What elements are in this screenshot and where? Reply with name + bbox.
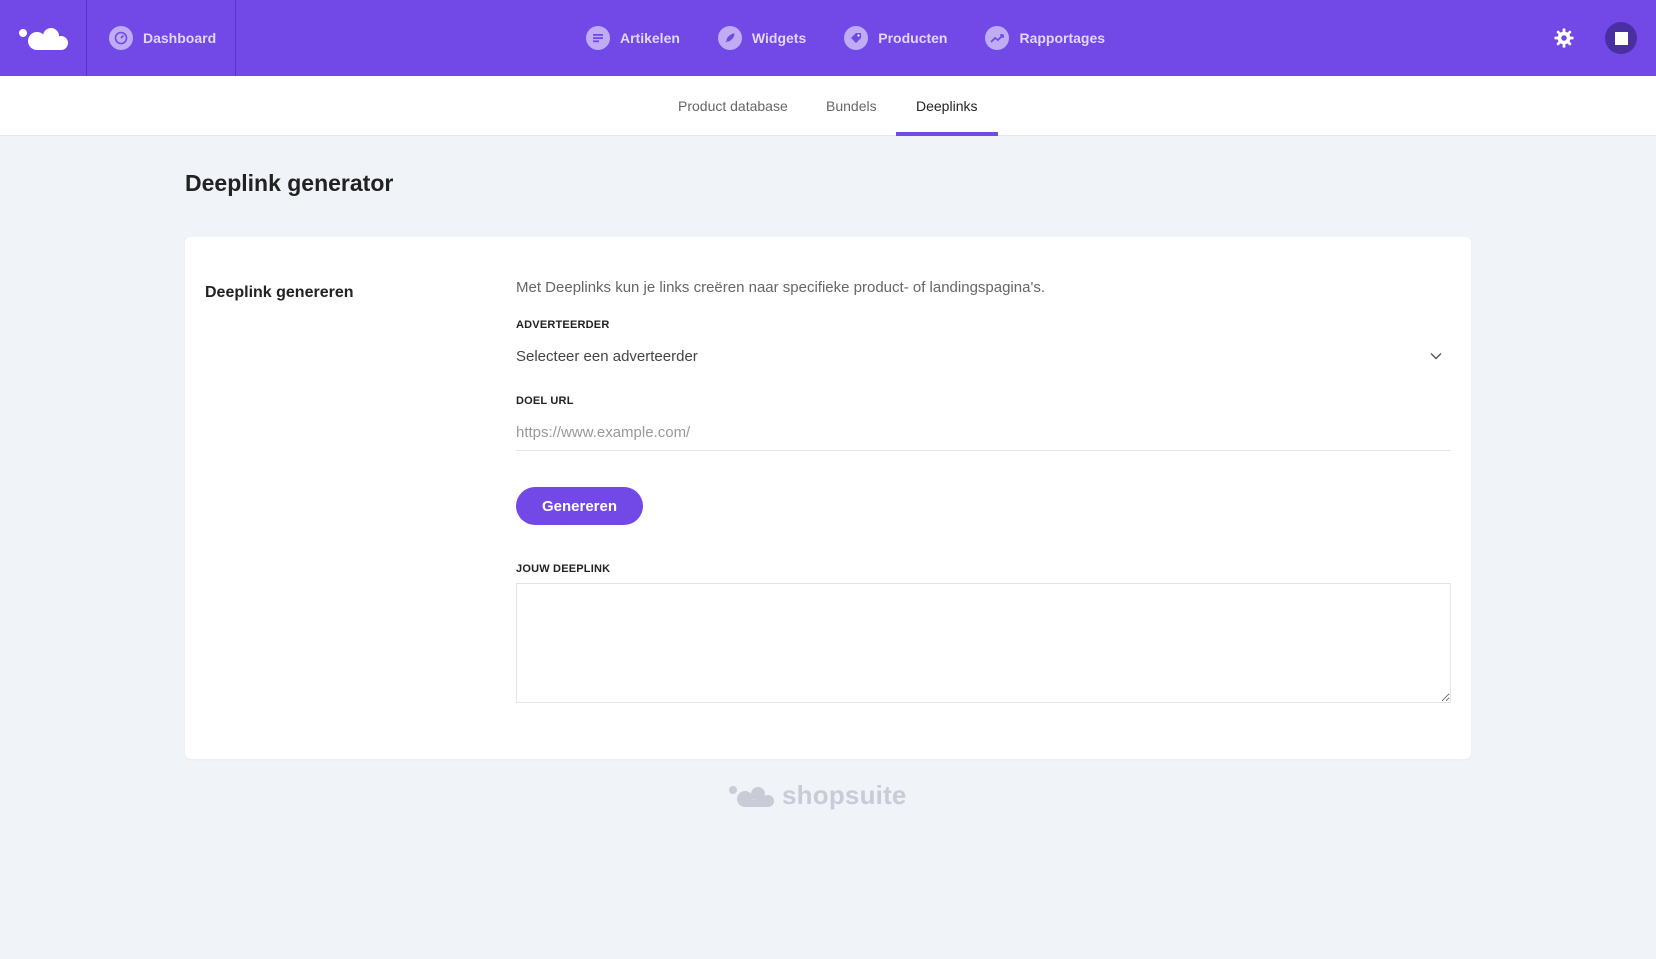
tab-bundels[interactable]: Bundels xyxy=(826,76,877,136)
nav-item-producten[interactable]: Producten xyxy=(844,26,947,50)
page-title: Deeplink generator xyxy=(185,170,394,196)
gear-icon[interactable] xyxy=(1553,27,1575,49)
trend-icon xyxy=(985,26,1010,50)
advertiser-label: ADVERTEERDER xyxy=(516,319,610,331)
tab-deeplinks[interactable]: Deeplinks xyxy=(916,76,977,136)
generate-button[interactable]: Genereren xyxy=(516,487,643,525)
nav-label-dashboard: Dashboard xyxy=(143,30,217,46)
target-url-input[interactable] xyxy=(516,415,1451,451)
avatar-square-icon xyxy=(1614,31,1628,45)
tag-icon xyxy=(844,26,869,50)
nav-label-rapportages: Rapportages xyxy=(1019,30,1106,46)
cloud-logo-icon xyxy=(19,28,68,50)
nav-item-widgets[interactable]: Widgets xyxy=(717,26,807,50)
footer-brand: shopsuite xyxy=(728,780,907,811)
target-url-label: DOEL URL xyxy=(516,395,574,407)
nav-label-producten: Producten xyxy=(878,30,948,46)
top-navigation-bar: Dashboard Artikelen Widgets Producten Ra… xyxy=(0,0,1656,76)
topbar-actions xyxy=(1553,0,1656,76)
app-logo[interactable] xyxy=(0,0,87,76)
intro-text: Met Deeplinks kun je links creëren naar … xyxy=(516,279,1045,296)
nav-label-artikelen: Artikelen xyxy=(620,30,680,46)
section-label: Deeplink genereren xyxy=(205,284,354,301)
user-avatar[interactable] xyxy=(1605,22,1637,54)
deeplink-label: JOUW DEEPLINK xyxy=(516,563,611,575)
footer-brand-name: shopsuite xyxy=(782,780,907,810)
deeplink-output[interactable] xyxy=(516,583,1451,703)
advertiser-select-value: Selecteer een adverteerder xyxy=(516,347,698,365)
chevron-down-icon xyxy=(1430,353,1442,360)
nav-item-artikelen[interactable]: Artikelen xyxy=(586,26,680,50)
advertiser-select[interactable]: Selecteer een adverteerder xyxy=(516,341,1451,371)
active-tab-indicator xyxy=(896,132,998,136)
nav-item-rapportages[interactable]: Rapportages xyxy=(985,26,1105,50)
sub-navigation: Product database Bundels Deeplinks xyxy=(0,76,1656,136)
deeplink-form-card: Deeplink genereren Met Deeplinks kun je … xyxy=(185,237,1471,759)
nav-label-widgets: Widgets xyxy=(751,30,807,46)
main-navigation: Artikelen Widgets Producten Rapportages xyxy=(586,0,1143,76)
list-icon xyxy=(586,26,610,50)
gauge-icon xyxy=(109,26,133,50)
footer-cloud-logo-icon xyxy=(729,785,774,807)
nav-item-dashboard[interactable]: Dashboard xyxy=(87,0,236,76)
tab-product-database[interactable]: Product database xyxy=(678,76,788,136)
rocket-icon xyxy=(717,26,742,50)
